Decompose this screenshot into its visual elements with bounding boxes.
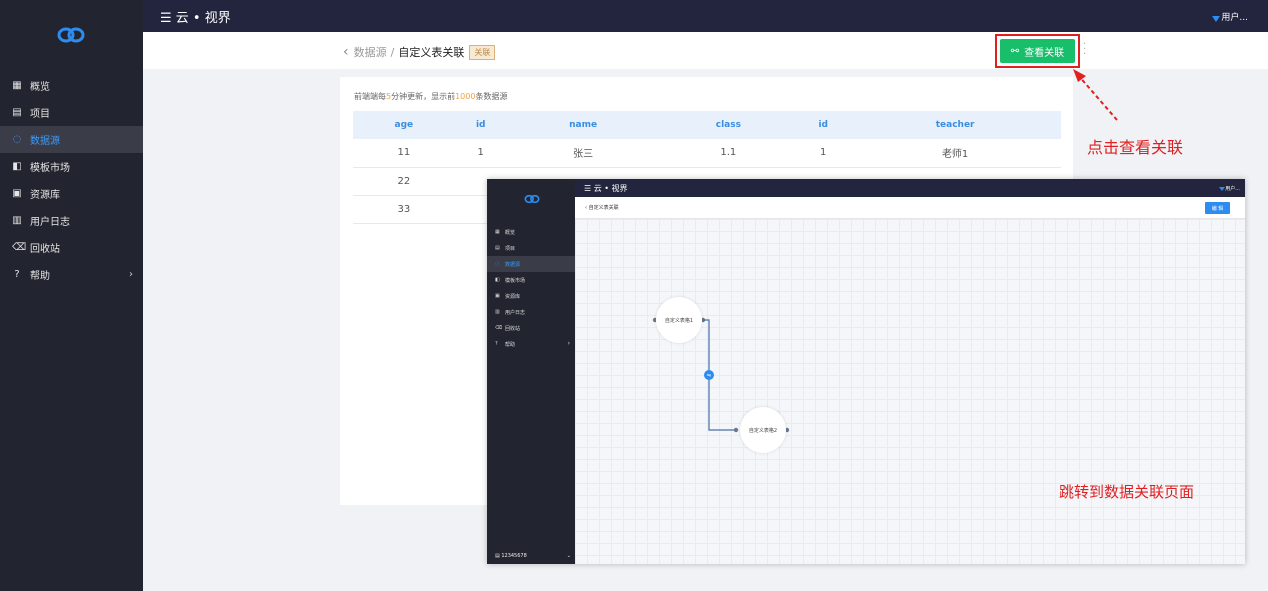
preview-sidebar-label: 回收站 <box>505 325 521 332</box>
log-icon: ▥ <box>495 309 500 315</box>
preview-sidebar-label: 数据源 <box>505 261 521 268</box>
preview-sidebar-label: 资源库 <box>505 293 521 300</box>
relation-node: 自定义表格1 <box>656 297 702 343</box>
logo-icon <box>524 194 540 204</box>
preview-page-header: ‹ 自定义表关联 编 辑 <box>575 197 1245 219</box>
svg-text:⇋: ⇋ <box>707 373 711 379</box>
datasource-icon: ◌ <box>495 261 500 267</box>
click-hint-annotation: 点击查看关联 <box>1087 138 1184 157</box>
preview-user-name: 用户... <box>1225 186 1240 192</box>
preview-sidebar-item: ? 帮助 › <box>487 336 575 352</box>
preview-edit-button: 编 辑 <box>1205 202 1230 214</box>
preview-breadcrumb-current: 自定义表关联 <box>588 205 619 211</box>
preview-brand-title: 云 • 视界 <box>593 184 628 193</box>
preview-sidebar-item: ◌ 数据源 <box>487 256 575 272</box>
relation-node-label: 自定义表格2 <box>748 427 778 434</box>
preview-sidebar-label: 项目 <box>505 245 516 252</box>
relation-canvas: ⇋ 自定义表格1 自定义表格2 <box>575 219 1245 564</box>
preview-top-bar: ☰ 云 • 视界 用户... <box>575 179 1245 197</box>
help-icon: ? <box>495 341 498 347</box>
account-id: 12345678 <box>501 553 527 559</box>
preview-sidebar-label: 帮助 <box>505 341 516 348</box>
preview-footer-id: ▤ 12345678 <box>495 553 527 559</box>
preview-footer: ▤ 12345678 ⌄ <box>495 553 571 559</box>
preview-sidebar-label: 模板市场 <box>505 277 526 284</box>
menu-icon: ☰ <box>584 184 594 193</box>
preview-nav: ▦ 概览 ▤ 项目 ◌ 数据源 ◧ 模板市场 ▣ 资源库 ▥ 用户日志 ⌫ 回收站 ? 帮助 › <box>487 224 575 352</box>
template-icon: ◧ <box>495 277 500 283</box>
preview-sidebar-item: ▦ 概览 <box>487 224 575 240</box>
preview-sidebar-item: ▣ 资源库 <box>487 288 575 304</box>
preview-sidebar-label: 概览 <box>505 229 516 236</box>
chevron-right-icon: › <box>567 340 570 347</box>
library-icon: ▣ <box>495 293 500 299</box>
preview-sidebar-item: ▤ 项目 <box>487 240 575 256</box>
preview-sidebar-item: ⌫ 回收站 <box>487 320 575 336</box>
preview-sidebar-item: ▥ 用户日志 <box>487 304 575 320</box>
preview-breadcrumb: ‹ 自定义表关联 <box>585 204 619 211</box>
preview-user: 用户... <box>1219 185 1240 192</box>
preview-brand: ☰ 云 • 视界 <box>584 183 628 194</box>
grid-icon: ▦ <box>495 229 500 235</box>
preview-sidebar-label: 用户日志 <box>505 309 526 316</box>
relation-links: ⇋ <box>652 317 790 433</box>
chevron-down-icon: ⌄ <box>566 553 571 559</box>
relation-page-preview: ▦ 概览 ▤ 项目 ◌ 数据源 ◧ 模板市场 ▣ 资源库 ▥ 用户日志 ⌫ 回收站 ? 帮助 › … <box>487 179 1245 564</box>
trash-icon: ⌫ <box>495 325 503 331</box>
relation-node-label: 自定义表格1 <box>664 317 694 324</box>
preview-sidebar-item: ◧ 模板市场 <box>487 272 575 288</box>
jump-hint-annotation: 跳转到数据关联页面 <box>1059 483 1195 501</box>
list-icon: ▤ <box>495 245 500 251</box>
relation-node: 自定义表格2 <box>740 407 786 453</box>
preview-sidebar: ▦ 概览 ▤ 项目 ◌ 数据源 ◧ 模板市场 ▣ 资源库 ▥ 用户日志 ⌫ 回收站 ? 帮助 › … <box>487 179 575 564</box>
